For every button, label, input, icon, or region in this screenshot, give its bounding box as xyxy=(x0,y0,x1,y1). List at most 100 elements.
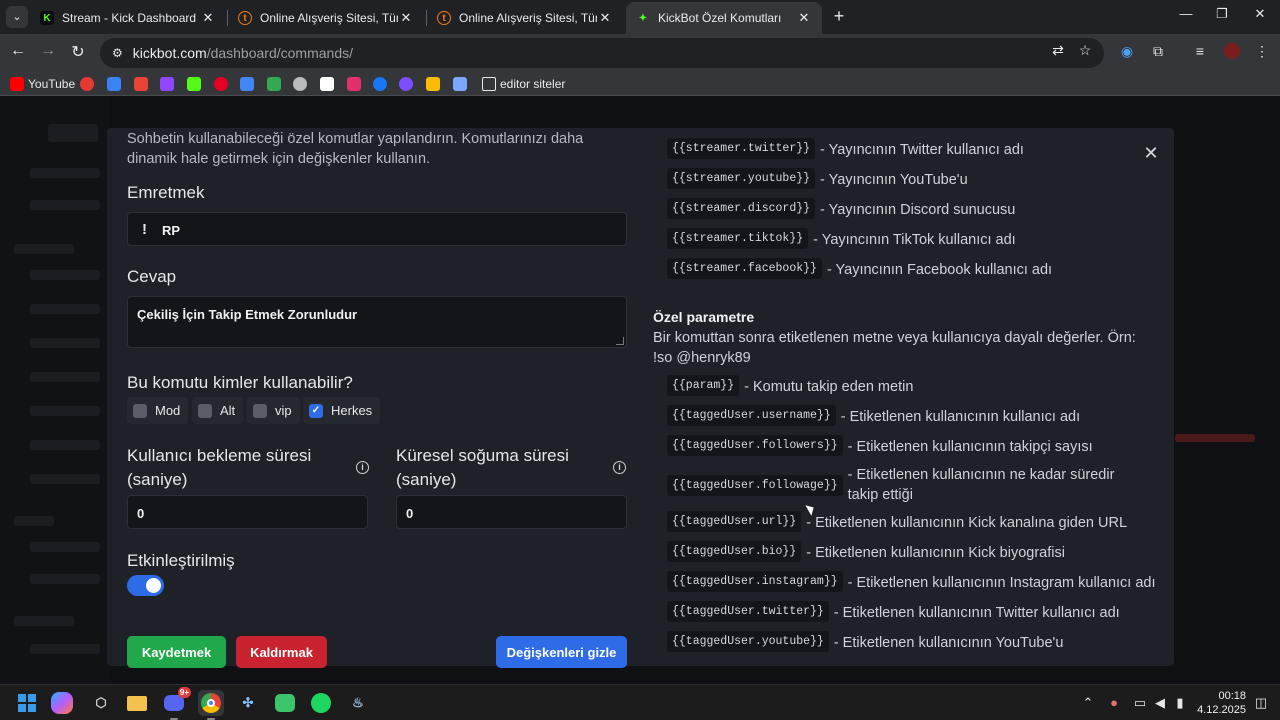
bookmark-item[interactable] xyxy=(134,76,152,92)
game-app-icon[interactable] xyxy=(272,690,298,716)
file-explorer-icon[interactable] xyxy=(124,690,150,716)
bookmark-item[interactable] xyxy=(399,76,417,92)
user-cooldown-value: 0 xyxy=(137,506,145,521)
tab-trendyol-1[interactable]: t Online Alışveriş Sitesi, Türkiye'nin ✕ xyxy=(228,2,424,34)
variable-code: {{streamer.facebook}} xyxy=(667,258,822,279)
menu-icon[interactable]: ⋮ xyxy=(1252,43,1272,60)
app-cube-icon[interactable]: ⬡ xyxy=(88,690,114,716)
forward-icon[interactable]: → xyxy=(38,42,58,60)
battery-icon[interactable]: ▮ xyxy=(1171,695,1189,711)
role-checkbox-mod[interactable]: Mod xyxy=(127,397,189,424)
variable-code: {{streamer.youtube}} xyxy=(667,168,816,189)
bookmark-item[interactable] xyxy=(240,76,258,92)
taskbar-clock[interactable]: 00:18 4.12.2025 xyxy=(1194,689,1246,717)
tray-overflow-icon[interactable]: ⌃ xyxy=(1079,695,1097,711)
bookmark-item[interactable] xyxy=(267,76,285,92)
bookmark-youtube[interactable]: YouTube xyxy=(10,76,75,92)
colors-icon xyxy=(426,77,440,91)
variable-row: {{streamer.facebook}} - Yayıncının Faceb… xyxy=(667,258,1052,282)
variable-row: {{taggedUser.url}} - Etiketlenen kullanı… xyxy=(667,511,1127,535)
bookmarks-bar: YouTube editor siteler xyxy=(0,72,1280,96)
network-icon[interactable]: ▭ xyxy=(1131,695,1149,711)
backdrop-item xyxy=(30,270,100,280)
remove-button[interactable]: Kaldırmak xyxy=(236,636,327,668)
play-icon xyxy=(267,77,281,91)
variable-row: {{streamer.youtube}} - Yayıncının YouTub… xyxy=(667,168,968,192)
response-textarea[interactable]: Çekiliş İçin Takip Etmek Zorunludur xyxy=(127,296,627,348)
window-close-icon[interactable]: ✕ xyxy=(1250,6,1270,22)
kickbot-icon: ✦ xyxy=(636,11,650,25)
bookmark-item[interactable] xyxy=(293,76,311,92)
bookmark-item[interactable] xyxy=(347,76,365,92)
bookmark-item[interactable] xyxy=(214,76,232,92)
extensions-icon[interactable]: ⧉ xyxy=(1148,43,1168,60)
command-input[interactable]: ! RP xyxy=(127,212,627,246)
close-icon[interactable]: ✕ xyxy=(398,10,414,26)
tab-search-button[interactable]: ⌄ xyxy=(6,6,28,28)
media-controls-icon[interactable]: ≡ xyxy=(1190,43,1210,59)
variable-code: {{taggedUser.followage}} xyxy=(667,474,843,496)
role-checkbox-everyone[interactable]: ✓ Herkes xyxy=(303,397,381,424)
folder-icon xyxy=(482,77,496,91)
bookmark-item[interactable] xyxy=(107,76,125,92)
hide-variables-button[interactable]: Değişkenleri gizle xyxy=(496,636,627,668)
modal-close-icon[interactable]: ✕ xyxy=(1141,143,1161,163)
avatar[interactable] xyxy=(1222,43,1242,62)
bookmark-folder[interactable]: editor siteler xyxy=(482,76,565,92)
discord-icon[interactable]: 9+ xyxy=(161,687,191,720)
bookmark-item[interactable] xyxy=(453,76,471,92)
role-checkbox-alt[interactable]: Alt xyxy=(192,397,244,424)
tab-trendyol-2[interactable]: t Online Alışveriş Sitesi, Türkiye'nin ✕ xyxy=(427,2,623,34)
notification-badge: 9+ xyxy=(177,687,191,698)
checkbox[interactable] xyxy=(253,403,267,418)
back-icon[interactable]: ← xyxy=(8,42,28,60)
save-button[interactable]: Kaydetmek xyxy=(127,636,226,668)
variable-code: {{taggedUser.twitter}} xyxy=(667,601,829,622)
chrome-icon[interactable] xyxy=(198,690,224,720)
copilot-icon[interactable] xyxy=(51,692,73,714)
bookmark-item[interactable] xyxy=(160,76,178,92)
notifications-icon[interactable]: ◫ xyxy=(1252,695,1270,711)
info-icon[interactable]: i xyxy=(356,461,369,474)
minimize-icon[interactable]: — xyxy=(1176,6,1196,21)
bookmark-item[interactable] xyxy=(187,76,205,92)
checkbox[interactable] xyxy=(198,403,212,418)
checkbox[interactable] xyxy=(133,403,147,418)
youtube-icon xyxy=(10,77,24,91)
variable-row: {{taggedUser.twitter}} - Etiketlenen kul… xyxy=(667,601,1120,625)
close-icon[interactable]: ✕ xyxy=(597,10,613,26)
user-cooldown-input[interactable]: 0 xyxy=(127,495,368,529)
global-cooldown-input[interactable]: 0 xyxy=(396,495,627,529)
tab-kick-dashboard[interactable]: K Stream - Kick Dashboard ✕ xyxy=(30,2,226,34)
bookmark-item[interactable] xyxy=(426,76,444,92)
close-icon[interactable]: ✕ xyxy=(200,10,216,26)
windows-start-icon[interactable] xyxy=(14,690,40,716)
clock-time: 00:18 xyxy=(1218,690,1246,702)
bookmark-star-icon[interactable]: ☆ xyxy=(1076,42,1094,59)
site-info-icon[interactable]: ⚙ xyxy=(112,46,123,60)
maximize-icon[interactable]: ❐ xyxy=(1212,6,1232,22)
address-bar[interactable]: ⚙ kickbot.com/dashboard/commands/ xyxy=(100,38,1104,68)
reload-icon[interactable]: ↻ xyxy=(68,42,88,62)
close-icon[interactable]: ✕ xyxy=(796,10,812,26)
microphone-icon[interactable]: ● xyxy=(1105,695,1123,710)
resize-handle[interactable] xyxy=(616,337,624,345)
tab-title: Online Alışveriş Sitesi, Türkiye'nin xyxy=(260,11,398,25)
steam-icon[interactable]: ♨ xyxy=(345,690,371,716)
url-path: /dashboard/commands/ xyxy=(206,45,353,61)
shazam-extension-icon[interactable]: ◉ xyxy=(1117,43,1137,60)
network-app-icon[interactable]: ✣ xyxy=(235,690,261,716)
checkmark-icon[interactable]: ✓ xyxy=(309,403,323,418)
enabled-label: Etkinleştirilmiş xyxy=(127,551,235,570)
bookmark-item[interactable] xyxy=(373,76,391,92)
tab-kickbot-commands[interactable]: ✦ KickBot Özel Komutları ✕ xyxy=(626,2,822,34)
info-icon[interactable]: i xyxy=(613,461,626,474)
translate-icon[interactable]: ⇄ xyxy=(1049,42,1067,59)
volume-icon[interactable]: ◀ xyxy=(1151,695,1169,711)
new-tab-button[interactable]: + xyxy=(830,6,848,27)
enabled-toggle[interactable] xyxy=(127,575,164,596)
bookmark-item[interactable] xyxy=(80,76,98,92)
bookmark-item[interactable] xyxy=(320,76,338,92)
spotify-icon[interactable] xyxy=(308,690,334,716)
role-checkbox-vip[interactable]: vip xyxy=(247,397,300,424)
